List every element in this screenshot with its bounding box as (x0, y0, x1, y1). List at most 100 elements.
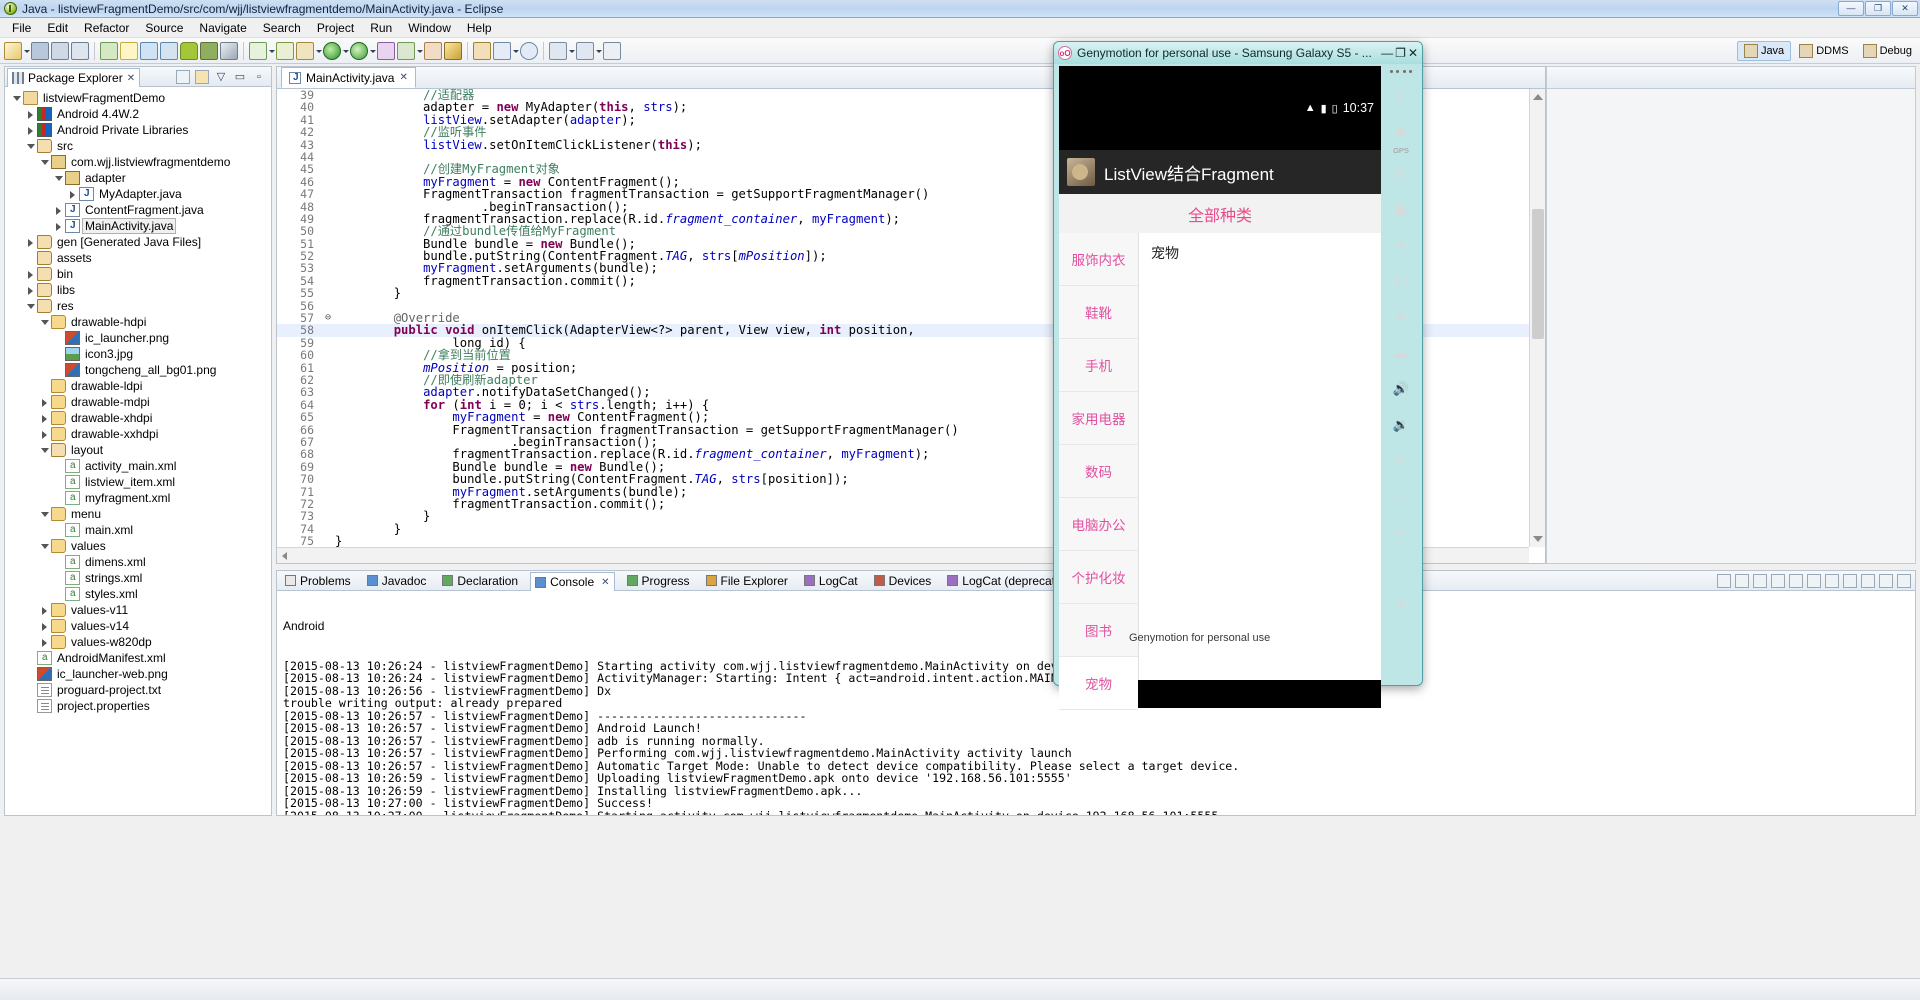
android-robot-icon[interactable] (180, 41, 198, 60)
view-menu-icon[interactable]: ▽ (214, 70, 228, 84)
network-icon[interactable]: ≋ (1386, 302, 1416, 332)
new-type-icon[interactable] (493, 41, 511, 60)
scroll-left-icon[interactable] (282, 552, 287, 560)
tree-item[interactable]: drawable-hdpi (11, 314, 271, 330)
back-icon[interactable]: ↩ (1386, 518, 1416, 548)
menu-item-run[interactable]: Run (362, 19, 400, 37)
external-tools-dropdown-icon[interactable] (416, 42, 423, 60)
tree-item[interactable]: drawable-xxhdpi (11, 426, 271, 442)
profile-icon[interactable] (424, 41, 442, 60)
tree-item[interactable]: MyAdapter.java (11, 186, 271, 202)
rotate-icon[interactable]: ⟳ (1386, 446, 1416, 476)
chevron-right-icon[interactable] (39, 634, 51, 650)
category-list-item[interactable]: 图书 (1059, 604, 1138, 657)
tree-item[interactable]: layout (11, 442, 271, 458)
genymotion-maximize-button[interactable]: ❐ (1395, 46, 1406, 60)
chevron-down-icon[interactable] (39, 506, 51, 522)
scroll-thumb[interactable] (1532, 209, 1544, 339)
perspective-ddms[interactable]: DDMS (1793, 42, 1854, 60)
chevron-down-icon[interactable] (39, 154, 51, 170)
tree-item[interactable]: drawable-ldpi (11, 378, 271, 394)
tree-item[interactable]: icon3.jpg (11, 346, 271, 362)
battery-icon[interactable]: ◎ (1386, 158, 1416, 188)
coverage-icon[interactable] (377, 41, 395, 60)
new-class-icon[interactable] (276, 41, 294, 60)
new-wizard-dropdown-icon[interactable] (23, 42, 30, 60)
chevron-right-icon[interactable] (39, 410, 51, 426)
terminate-icon[interactable] (1717, 573, 1731, 588)
volume-down-icon[interactable]: 🔉 (1386, 410, 1416, 440)
category-list-item[interactable]: 宠物 (1059, 657, 1138, 710)
android-device-screen[interactable]: ▲ ▮ ▯ 10:37 ListView结合Fragment 全部种类 服饰内衣… (1059, 66, 1381, 710)
tab-package-explorer[interactable]: Package Explorer ✕ (7, 68, 141, 87)
genymotion-minimize-button[interactable]: — (1381, 46, 1393, 60)
chevron-right-icon[interactable] (25, 122, 37, 138)
console-tab-declaration[interactable]: Declaration (438, 571, 522, 590)
sensors-icon[interactable]: ✳ (1386, 230, 1416, 260)
menu-item-edit[interactable]: Edit (39, 19, 76, 37)
chevron-down-icon[interactable] (39, 442, 51, 458)
debug-bug-icon[interactable] (296, 41, 314, 60)
chevron-down-icon[interactable] (11, 90, 23, 106)
pencil-icon[interactable] (444, 41, 462, 60)
tree-item[interactable]: menu (11, 506, 271, 522)
tree-item[interactable]: project.properties (11, 698, 271, 714)
scroll-down-icon[interactable] (1533, 536, 1543, 542)
tree-item[interactable]: Android 4.4W.2 (11, 106, 271, 122)
tree-item[interactable]: gen [Generated Java Files] (11, 234, 271, 250)
menu-item-project[interactable]: Project (309, 19, 362, 37)
category-list-item[interactable]: 服饰内衣 (1059, 233, 1138, 286)
menu-item-source[interactable]: Source (137, 19, 191, 37)
chevron-down-icon[interactable] (25, 298, 37, 314)
category-list-item[interactable]: 手机 (1059, 339, 1138, 392)
tree-item[interactable]: values (11, 538, 271, 554)
tree-item[interactable]: proguard-project.txt (11, 682, 271, 698)
back-nav-icon[interactable] (549, 41, 567, 60)
tree-item[interactable]: src (11, 138, 271, 154)
tree-item[interactable]: values-v11 (11, 602, 271, 618)
recents-icon[interactable]: ▭ (1386, 554, 1416, 584)
category-listview[interactable]: 服饰内衣 鞋靴 手机 家用电器 数码 电脑办公 个护化妆 图书 宠物 (1059, 233, 1139, 710)
android-device-icon[interactable] (200, 41, 218, 60)
tree-item[interactable]: ContentFragment.java (11, 202, 271, 218)
tree-item[interactable]: values-v14 (11, 618, 271, 634)
project-tree[interactable]: listviewFragmentDemo Android 4.4W.2 Androi… (5, 87, 271, 815)
category-list-item[interactable]: 鞋靴 (1059, 286, 1138, 339)
close-icon[interactable]: ✕ (399, 72, 407, 83)
genymotion-close-button[interactable]: ✕ (1408, 46, 1418, 60)
category-list-item[interactable]: 数码 (1059, 445, 1138, 498)
save-all-icon[interactable] (51, 41, 69, 60)
identifiers-icon[interactable]: ID (1386, 266, 1416, 296)
android-layout-icon[interactable] (160, 41, 178, 60)
last-edit-location-icon[interactable] (603, 41, 621, 60)
console-tab-problems[interactable]: Problems (281, 571, 355, 590)
console-tab-console[interactable]: Console ✕ (530, 572, 615, 591)
tree-item[interactable]: activity_main.xml (11, 458, 271, 474)
window-close-button[interactable]: ✕ (1892, 0, 1918, 16)
chevron-right-icon[interactable] (25, 282, 37, 298)
new-type-dropdown-icon[interactable] (512, 42, 519, 60)
menu-item-search[interactable]: Search (255, 19, 309, 37)
tree-item[interactable]: values-w820dp (11, 634, 271, 650)
close-icon[interactable]: ✕ (127, 73, 135, 84)
run-last-icon[interactable] (350, 41, 368, 60)
tree-item[interactable]: drawable-mdpi (11, 394, 271, 410)
chevron-right-icon[interactable] (53, 202, 65, 218)
tree-item[interactable]: libs (11, 282, 271, 298)
remove-all-icon[interactable] (1753, 573, 1767, 588)
scroll-lock-icon[interactable] (1789, 573, 1803, 588)
console-tab-logcat[interactable]: LogCat (800, 571, 862, 590)
external-tools-icon[interactable] (397, 41, 415, 60)
fold-toggle-icon[interactable]: ⊖ (321, 312, 335, 324)
minimize-icon[interactable]: ▭ (233, 70, 247, 84)
chevron-right-icon[interactable] (39, 394, 51, 410)
tree-item[interactable]: listview_item.xml (11, 474, 271, 490)
menu-item-refactor[interactable]: Refactor (76, 19, 137, 37)
debug-dropdown-icon[interactable] (315, 42, 322, 60)
tree-item[interactable]: res (11, 298, 271, 314)
chevron-right-icon[interactable] (39, 602, 51, 618)
tree-item[interactable]: bin (11, 266, 271, 282)
print-icon[interactable] (71, 41, 89, 60)
perspective-java[interactable]: Java (1736, 41, 1792, 61)
tree-item[interactable]: adapter (11, 170, 271, 186)
